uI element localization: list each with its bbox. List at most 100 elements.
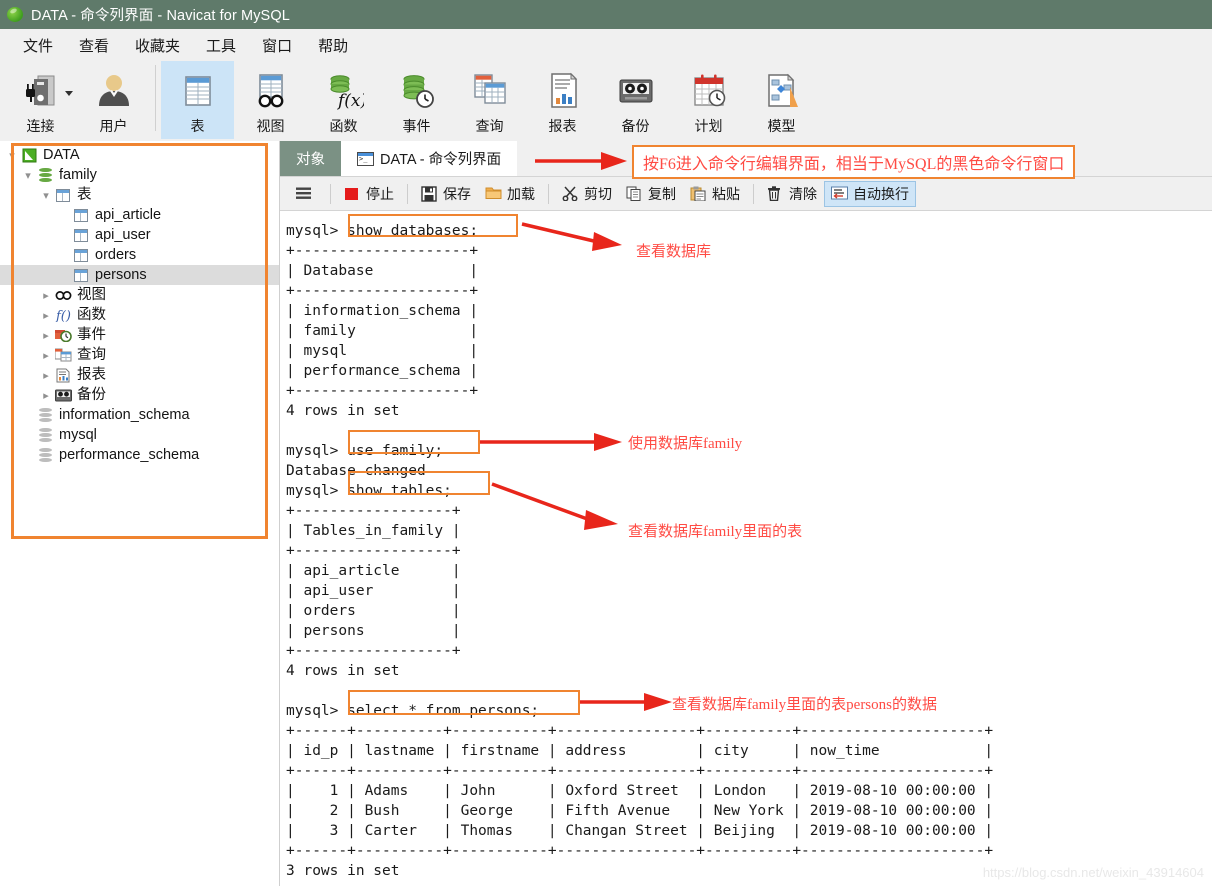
load-button[interactable]: 加载 xyxy=(478,181,542,207)
sidebar-item-functions[interactable]: ▸ f() 函数 xyxy=(0,305,279,325)
stop-button[interactable]: 停止 xyxy=(337,181,401,207)
tab-command-console[interactable]: DATA - 命令列界面 xyxy=(341,141,518,176)
menu-item-tools[interactable]: 工具 xyxy=(193,32,249,59)
folder-icon xyxy=(485,186,502,202)
console-toolbar: 停止 保存 加载 剪切 复制 粘贴 清除 自动换行 xyxy=(280,177,1212,211)
hamburger-icon xyxy=(295,186,312,202)
toolbar-label: 保存 xyxy=(443,185,471,202)
navicat-leaf-logo-icon xyxy=(7,6,24,23)
ribbon-button-event[interactable]: 事件 xyxy=(380,61,453,139)
table-folder-icon xyxy=(54,188,72,203)
menu-item-help[interactable]: 帮助 xyxy=(305,32,361,59)
save-button[interactable]: 保存 xyxy=(414,181,478,207)
view-icon xyxy=(54,288,72,303)
chevron-down-icon[interactable]: ▾ xyxy=(4,149,20,162)
chevron-right-icon[interactable]: ▸ xyxy=(38,389,54,402)
chevron-down-icon[interactable]: ▾ xyxy=(20,169,36,182)
object-tree: ▾ DATA ▾ family ▾ 表 api_article api_user… xyxy=(0,141,279,465)
toolbar-label: 粘贴 xyxy=(712,185,740,202)
chevron-down-icon[interactable]: ▾ xyxy=(38,189,54,202)
sidebar-item-tables-folder[interactable]: ▾ 表 xyxy=(0,185,279,205)
sidebar-item-persons[interactable]: persons xyxy=(0,265,279,285)
ribbon-button-table[interactable]: 表 xyxy=(161,61,234,139)
save-icon xyxy=(421,185,438,202)
sidebar-item-label: 查询 xyxy=(77,346,106,363)
sidebar-item-label: performance_schema xyxy=(59,446,200,463)
chevron-right-icon[interactable]: ▸ xyxy=(38,369,54,382)
event-icon xyxy=(54,328,72,343)
sidebar-item-label: persons xyxy=(95,266,147,283)
console-text: mysql> show databases; +----------------… xyxy=(286,223,994,879)
ribbon-button-connection[interactable]: 连接 xyxy=(4,61,77,139)
query-icon xyxy=(470,67,510,114)
clear-button[interactable]: 清除 xyxy=(760,181,824,207)
ribbon-button-backup[interactable]: 备份 xyxy=(599,61,672,139)
sidebar-item-orders[interactable]: orders xyxy=(0,245,279,265)
menu-item-view[interactable]: 查看 xyxy=(66,32,122,59)
sidebar-item-api_user[interactable]: api_user xyxy=(0,225,279,245)
sidebar-item-reports[interactable]: ▸ 报表 xyxy=(0,365,279,385)
chevron-right-icon[interactable]: ▸ xyxy=(38,349,54,362)
menu-item-window[interactable]: 窗口 xyxy=(249,32,305,59)
ribbon-button-view[interactable]: 视图 xyxy=(234,61,307,139)
navicat-connection-icon xyxy=(20,148,38,163)
watermark: https://blog.csdn.net/weixin_43914604 xyxy=(982,865,1204,880)
ribbon-button-schedule[interactable]: 计划 xyxy=(672,61,745,139)
menu-item-file[interactable]: 文件 xyxy=(10,32,66,59)
paste-button[interactable]: 粘贴 xyxy=(683,181,747,207)
sidebar-item-events[interactable]: ▸ 事件 xyxy=(0,325,279,345)
menu-item-favorites[interactable]: 收藏夹 xyxy=(122,32,193,59)
sidebar-item-information_schema[interactable]: information_schema xyxy=(0,405,279,425)
ribbon-label: 事件 xyxy=(402,118,431,134)
ribbon-toolbar: 连接 用户 表 视图 f(x 函数 事件 查询 报表 备份 计划 模型 xyxy=(0,61,1212,141)
ribbon-button-model[interactable]: 模型 xyxy=(745,61,818,139)
sidebar-item-api_article[interactable]: api_article xyxy=(0,205,279,225)
sidebar-item-backups[interactable]: ▸ 备份 xyxy=(0,385,279,405)
schedule-icon xyxy=(689,67,729,114)
tab-label: DATA - 命令列界面 xyxy=(380,152,502,168)
ribbon-label: 查询 xyxy=(475,118,504,134)
window-titlebar: DATA - 命令列界面 - Navicat for MySQL xyxy=(0,0,1212,29)
stop-icon xyxy=(344,186,361,202)
sidebar-item-label: DATA xyxy=(43,146,80,163)
chevron-down-icon[interactable] xyxy=(65,91,73,96)
sidebar-item-queries[interactable]: ▸ 查询 xyxy=(0,345,279,365)
ribbon-button-query[interactable]: 查询 xyxy=(453,61,526,139)
console-icon xyxy=(357,151,374,166)
chevron-right-icon[interactable]: ▸ xyxy=(38,329,54,342)
copy-button[interactable]: 复制 xyxy=(619,181,683,207)
ribbon-button-user[interactable]: 用户 xyxy=(77,61,150,139)
function-icon: f(x) xyxy=(324,67,364,114)
sidebar-item-family[interactable]: ▾ family xyxy=(0,165,279,185)
ribbon-button-report[interactable]: 报表 xyxy=(526,61,599,139)
ribbon-button-function[interactable]: f(x) 函数 xyxy=(307,61,380,139)
sidebar-item-data[interactable]: ▾ DATA xyxy=(0,145,279,165)
word-wrap-button[interactable]: 自动换行 xyxy=(824,180,916,207)
ribbon-label: 连接 xyxy=(26,118,55,134)
table-icon xyxy=(72,228,90,243)
ribbon-label: 表 xyxy=(190,118,205,134)
ribbon-label: 报表 xyxy=(548,118,577,134)
toolbar-label: 复制 xyxy=(648,185,676,202)
report-icon xyxy=(543,67,583,114)
model-icon xyxy=(762,67,802,114)
sidebar-item-label: family xyxy=(59,166,97,183)
sidebar-item-views[interactable]: ▸ 视图 xyxy=(0,285,279,305)
sidebar-item-mysql[interactable]: mysql xyxy=(0,425,279,445)
view-icon xyxy=(251,67,291,114)
ribbon-divider xyxy=(155,65,156,131)
table-icon xyxy=(178,67,218,114)
cut-button[interactable]: 剪切 xyxy=(555,181,619,207)
chevron-right-icon[interactable]: ▸ xyxy=(38,309,54,322)
toolbar-label: 停止 xyxy=(366,185,394,202)
hamburger-menu-button[interactable] xyxy=(288,183,324,205)
scissors-icon xyxy=(562,185,579,202)
sidebar-navigation-pane: ▾ DATA ▾ family ▾ 表 api_article api_user… xyxy=(0,141,280,886)
tab-objects[interactable]: 对象 xyxy=(280,141,341,176)
sidebar-item-label: api_article xyxy=(95,206,162,223)
sidebar-item-label: 事件 xyxy=(77,326,106,343)
chevron-right-icon[interactable]: ▸ xyxy=(38,289,54,302)
sidebar-item-performance_schema[interactable]: performance_schema xyxy=(0,445,279,465)
command-console-output[interactable]: mysql> show databases; +----------------… xyxy=(280,211,1212,886)
toolbar-divider xyxy=(753,183,754,204)
